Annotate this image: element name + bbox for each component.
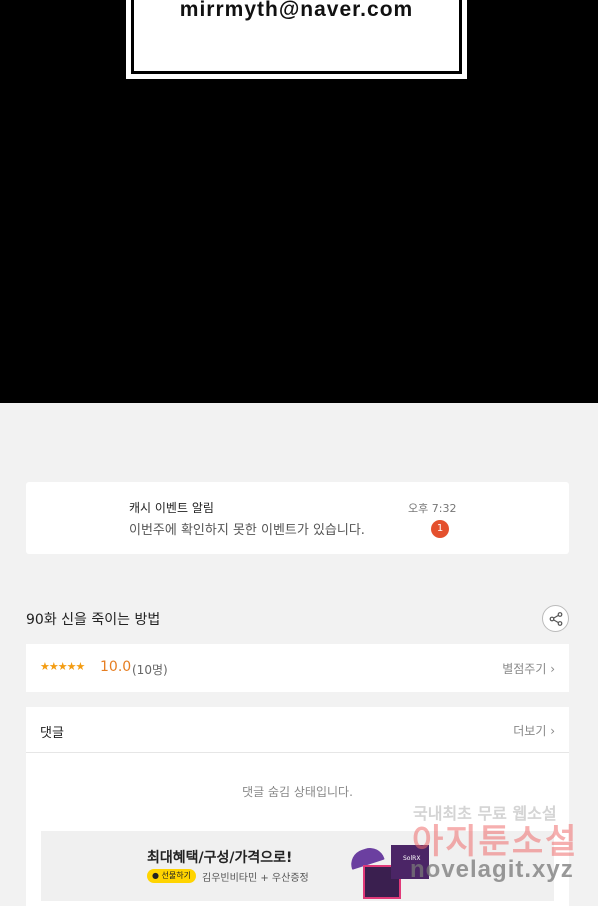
comments-more-link[interactable]: 더보기 ›	[513, 722, 555, 739]
comments-header: 댓글 더보기 ›	[26, 707, 569, 753]
ad-subtext: 김우빈비타민 + 우산증정	[202, 873, 309, 884]
watermark-line3: novelagit.xyz	[410, 856, 574, 883]
notification-message: 이번주에 확인하지 못한 이벤트가 있습니다.	[129, 523, 365, 538]
share-icon	[549, 612, 563, 626]
author-email: mirrmyth@naver.com	[179, 0, 414, 21]
star-rating-icon: ★★★★★	[40, 660, 85, 673]
comments-title: 댓글	[40, 726, 64, 741]
notification-card[interactable]: 캐시 이벤트 알림 이번주에 확인하지 못한 이벤트가 있습니다. 오후 7:3…	[26, 482, 569, 554]
episode-title: 90화 신을 죽이는 방법	[26, 612, 161, 628]
rating-bar: ★★★★★ 10.0 (10명) 별점주기 ›	[26, 644, 569, 692]
rate-button[interactable]: 별점주기 ›	[502, 660, 555, 677]
watermark: 국내최초 무료 웹소설 아지툰소설 novelagit.xyz	[410, 800, 598, 906]
notification-title: 캐시 이벤트 알림	[129, 501, 214, 515]
comments-hidden-message: 댓글 숨김 상태입니다.	[242, 785, 353, 799]
gift-pill: ● 선물하기	[147, 869, 196, 883]
notification-badge: 1	[431, 520, 449, 538]
rating-count: (10명)	[132, 663, 168, 677]
rating-score: 10.0	[100, 659, 132, 675]
share-button[interactable]	[542, 605, 569, 632]
speech-box: mirrmyth@naver.com	[126, 0, 467, 79]
comic-panel: mirrmyth@naver.com	[0, 0, 598, 403]
notification-time: 오후 7:32	[408, 502, 457, 515]
ad-headline: 최대혜택/구성/가격으로!	[147, 850, 293, 866]
